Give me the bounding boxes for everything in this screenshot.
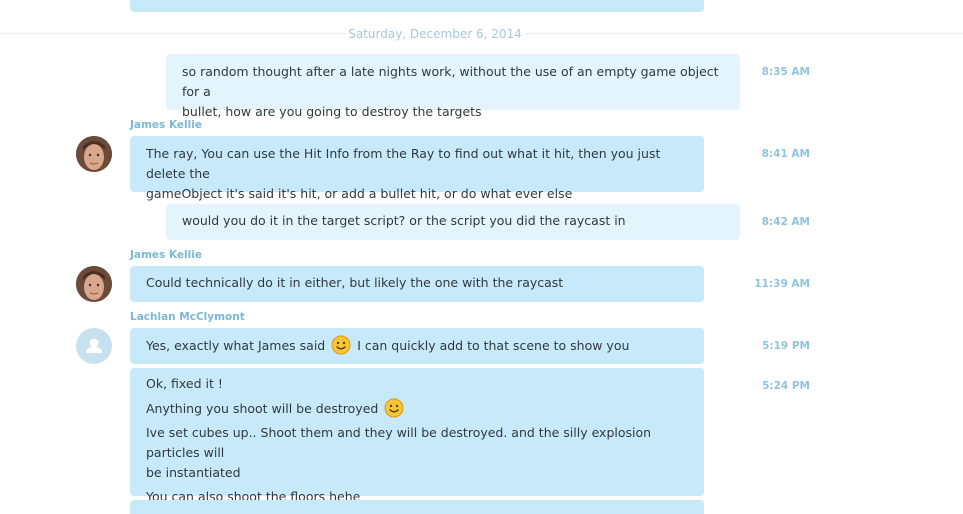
message-text: Could technically do it in either, but l… [146, 275, 564, 290]
message-timestamp: 8:41 AM [761, 148, 810, 160]
message-text-part: Anything you shoot will be destroyed [146, 401, 379, 416]
sender-name[interactable]: James Kellie [130, 249, 202, 261]
message-text: Ive set cubes up.. Shoot them and they w… [146, 425, 652, 460]
message-text: be instantiated [146, 465, 241, 480]
message-bubble-incoming[interactable]: Yes, exactly what James said I can quick… [130, 328, 704, 364]
message-timestamp: 5:24 PM [762, 380, 810, 392]
date-divider-label: Saturday, December 6, 2014 [345, 26, 525, 42]
message-timestamp: 8:42 AM [761, 216, 810, 228]
avatar-james-kellie[interactable] [76, 136, 112, 172]
message-bubble-incoming[interactable]: The ray, You can use the Hit Info from t… [130, 136, 704, 201]
sender-name[interactable]: Lachlan McClymont [130, 311, 245, 323]
message-text: Ok, fixed it ! [146, 376, 223, 391]
message-text: Anything you shoot will be destroyed [146, 398, 688, 419]
message-text: so random thought after a late nights wo… [182, 64, 719, 99]
avatar-lachlan-mcclymont[interactable] [76, 328, 112, 364]
avatar-james-kellie[interactable] [76, 266, 112, 302]
user-icon [86, 338, 102, 353]
avatar-photo [76, 266, 112, 302]
message-text: bullet, how are you going to destroy the… [182, 104, 482, 119]
message-text: The ray, You can use the Hit Info from t… [146, 146, 661, 181]
message-bubble-incoming[interactable]: Ok, fixed it ! Anything you shoot will b… [130, 368, 704, 504]
smiley-icon [384, 398, 404, 418]
sender-name[interactable]: James Kellie [130, 119, 202, 131]
message-text: Yes, exactly what James said I can quick… [146, 335, 688, 356]
message-text-part: Yes, exactly what James said [146, 338, 326, 353]
message-timestamp: 8:35 AM [761, 66, 810, 78]
message-text: gameObject it's said it's hit, or add a … [146, 186, 573, 201]
date-divider: Saturday, December 6, 2014 [0, 26, 963, 42]
message-bubble-outgoing[interactable]: so random thought after a late nights wo… [166, 54, 740, 119]
previous-message-bubble [130, 0, 704, 12]
message-timestamp: 11:39 AM [754, 278, 810, 290]
message-timestamp: 5:19 PM [762, 340, 810, 352]
message-text: would you do it in the target script? or… [182, 213, 626, 228]
message-text-part: I can quickly add to that scene to show … [357, 338, 630, 353]
message-bubble-outgoing[interactable]: would you do it in the target script? or… [166, 204, 740, 240]
smiley-icon [331, 335, 351, 355]
message-bubble-incoming[interactable]: Could technically do it in either, but l… [130, 266, 704, 302]
avatar-photo [76, 136, 112, 172]
